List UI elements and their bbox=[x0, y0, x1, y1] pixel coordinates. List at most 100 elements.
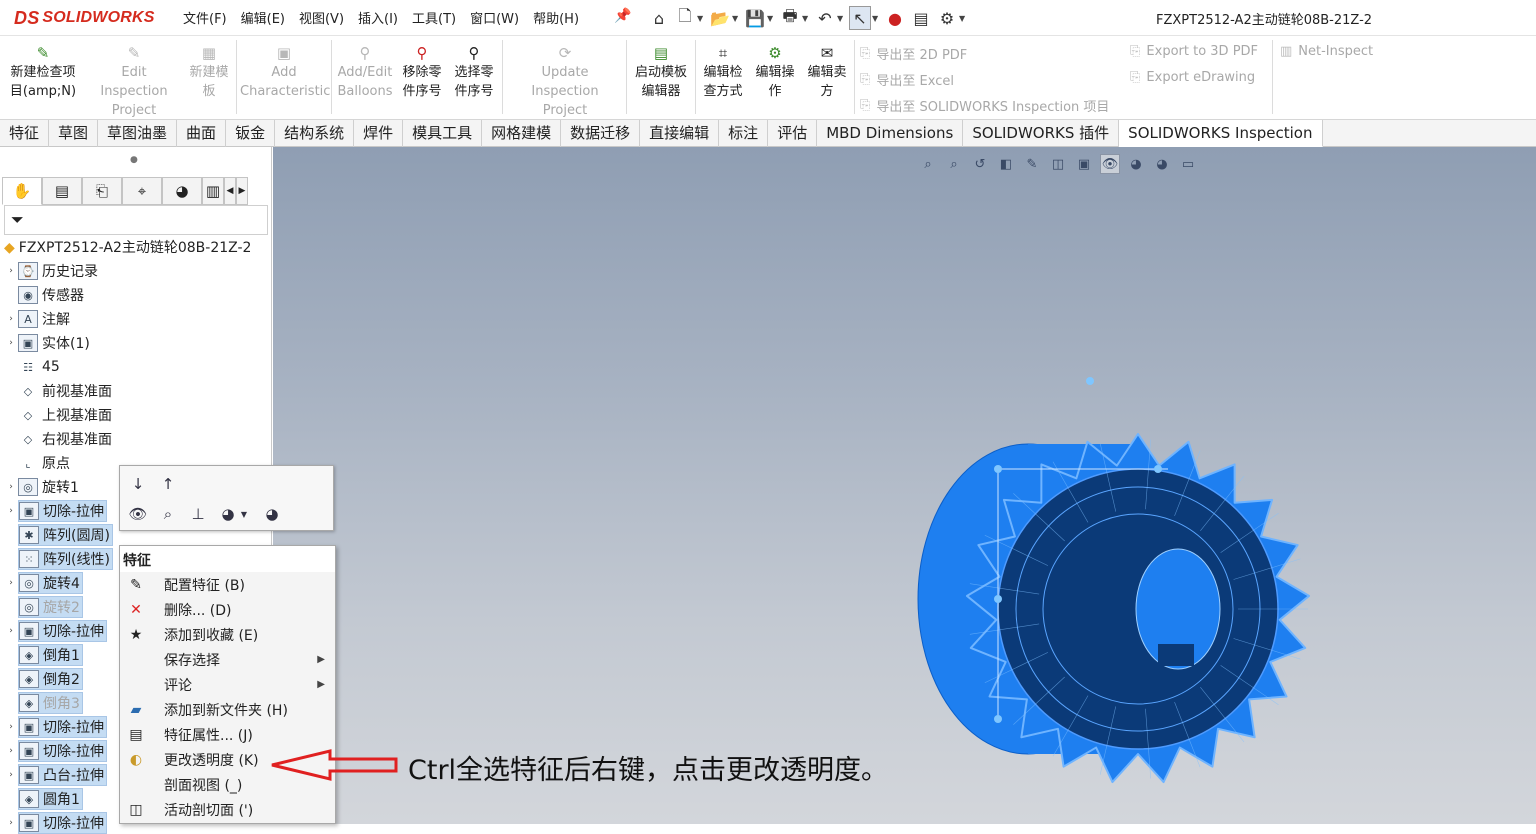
expand-chevron-icon[interactable]: › bbox=[4, 722, 18, 732]
tab-sketch[interactable]: 草图 bbox=[49, 120, 99, 147]
tree-item-chamfer3[interactable]: ◈ 倒角3 bbox=[4, 692, 83, 714]
tab-mold-tools[interactable]: 模具工具 bbox=[403, 120, 483, 147]
sprocket-model[interactable] bbox=[273, 147, 1536, 824]
pin-icon[interactable]: 📌 bbox=[614, 8, 631, 24]
edit-inspection-project-button[interactable]: ✎ Edit Inspection Project bbox=[86, 44, 182, 120]
tree-item-cut-extrude[interactable]: › ▣ 切除-拉伸 bbox=[4, 500, 108, 522]
tab-mbd-dimensions[interactable]: MBD Dimensions bbox=[817, 120, 964, 147]
update-inspection-project-button[interactable]: ⟳ Update Inspection Project bbox=[506, 44, 624, 120]
new-inspection-project-button[interactable]: ✎ 新建检查项 目(amp;N) bbox=[6, 44, 80, 101]
tree-item-sensors[interactable]: ◉ 传感器 bbox=[4, 284, 86, 306]
expand-chevron-icon[interactable]: › bbox=[4, 578, 18, 588]
tree-root-part[interactable]: ◆ FZXPT2512-A2主动链轮08B-21Z-2 bbox=[4, 237, 251, 257]
new-document-icon[interactable]: 🗋 bbox=[674, 6, 696, 30]
tree-item-material[interactable]: ☷ 45 bbox=[4, 356, 62, 378]
chevron-down-icon[interactable]: ▼ bbox=[959, 14, 967, 23]
export-3d-pdf-button[interactable]: ⎘ Export to 3D PDF bbox=[1130, 44, 1258, 59]
tab-evaluate[interactable]: 评估 bbox=[768, 120, 818, 147]
tree-item-origin[interactable]: ⌞ 原点 bbox=[4, 452, 72, 474]
dynamic-annotation-icon[interactable]: ✎ bbox=[1022, 154, 1042, 174]
undo-icon[interactable]: ↶ bbox=[814, 6, 836, 30]
display-style-icon[interactable]: ▣ bbox=[1074, 154, 1094, 174]
tab-scroll-right-icon[interactable]: ▶ bbox=[236, 177, 248, 205]
expand-chevron-icon[interactable]: › bbox=[4, 770, 18, 780]
tree-item-history[interactable]: › ⌚ 历史记录 bbox=[4, 260, 100, 282]
expand-chevron-icon[interactable]: › bbox=[4, 314, 18, 324]
save-icon[interactable]: 💾 bbox=[744, 6, 766, 30]
expand-chevron-icon[interactable]: › bbox=[4, 266, 18, 276]
add-characteristic-button[interactable]: ▣ Add Characteristic bbox=[240, 44, 330, 101]
menu-item-save-selection[interactable]: 保存选择 ▶ bbox=[120, 647, 335, 672]
zoom-to-area-icon[interactable]: ⌕ bbox=[944, 154, 964, 174]
expand-chevron-icon[interactable]: › bbox=[4, 818, 18, 828]
menu-item-comment[interactable]: 评论 ▶ bbox=[120, 672, 335, 697]
menu-item-add-to-new-folder[interactable]: ▰ 添加到新文件夹 (H) bbox=[120, 697, 335, 722]
rollback-down-icon[interactable]: ↓ bbox=[126, 472, 150, 496]
graphics-viewport[interactable] bbox=[273, 147, 1536, 824]
tree-item-fillet1[interactable]: ◈ 圆角1 bbox=[4, 788, 83, 810]
tab-scroll-left-icon[interactable]: ◀ bbox=[224, 177, 236, 205]
select-cursor-icon[interactable]: ↖ bbox=[849, 6, 871, 30]
tree-item-cut-extrude[interactable]: › ▣ 切除-拉伸 bbox=[4, 812, 108, 834]
traffic-light-icon[interactable]: ● bbox=[884, 6, 906, 30]
tree-item-solid-bodies[interactable]: › ▣ 实体(1) bbox=[4, 332, 92, 354]
menu-view[interactable]: 视图(V) bbox=[292, 8, 351, 27]
view-orientation-icon[interactable]: ◫ bbox=[1048, 154, 1068, 174]
chevron-down-icon[interactable]: ▼ bbox=[837, 14, 845, 23]
tab-sheet-metal[interactable]: 钣金 bbox=[226, 120, 276, 147]
menu-item-live-section-plane[interactable]: ◫ 活动剖切面 (') bbox=[120, 797, 335, 822]
chevron-down-icon[interactable]: ▼ bbox=[802, 14, 810, 23]
view-settings-icon[interactable]: ▭ bbox=[1178, 154, 1198, 174]
edit-operation-button[interactable]: ⚙ 编辑操作 bbox=[751, 44, 799, 101]
options-gear-icon[interactable]: ⚙ bbox=[936, 6, 958, 30]
home-icon[interactable]: ⌂ bbox=[648, 6, 670, 30]
edit-vendor-button[interactable]: ✉ 编辑卖方 bbox=[803, 44, 851, 101]
solidworks-logo[interactable]: DS SOLIDWORKS bbox=[14, 6, 155, 30]
expand-chevron-icon[interactable]: › bbox=[4, 482, 18, 492]
tree-item-revolve2[interactable]: ◎ 旋转2 bbox=[4, 596, 83, 618]
property-manager-tab-icon[interactable]: ▤ bbox=[42, 177, 82, 205]
hide-show-items-icon[interactable]: 👁 bbox=[1100, 154, 1120, 174]
menu-item-delete[interactable]: ✕ 删除... (D) bbox=[120, 597, 335, 622]
menu-edit[interactable]: 编辑(E) bbox=[234, 8, 292, 27]
zoom-to-selection-icon[interactable]: ⌕ bbox=[156, 502, 180, 526]
apply-scene-icon[interactable]: ◕ bbox=[260, 502, 284, 526]
menu-item-add-to-favorites[interactable]: ★ 添加到收藏 (E) bbox=[120, 622, 335, 647]
configuration-manager-tab-icon[interactable]: ⎗ bbox=[82, 177, 122, 205]
tab-data-migration[interactable]: 数据迁移 bbox=[561, 120, 641, 147]
tree-filter[interactable]: ⏷ bbox=[4, 205, 268, 235]
tree-item-revolve4[interactable]: › ◎ 旋转4 bbox=[4, 572, 83, 594]
export-excel-button[interactable]: ⎘ 导出至 Excel bbox=[860, 70, 954, 89]
apply-scene-icon[interactable]: ◕ bbox=[1152, 154, 1172, 174]
add-edit-balloons-button[interactable]: ⚲ Add/Edit Balloons bbox=[336, 44, 394, 101]
edit-appearance-icon[interactable]: ◕ bbox=[1126, 154, 1146, 174]
tree-item-front-plane[interactable]: ◇ 前视基准面 bbox=[4, 380, 114, 402]
menu-insert[interactable]: 插入(I) bbox=[351, 8, 405, 27]
rollback-up-icon[interactable]: ↑ bbox=[156, 472, 180, 496]
panel-grip-icon[interactable]: ● bbox=[130, 155, 138, 165]
remove-part-number-button[interactable]: ⚲ 移除零 件序号 bbox=[398, 44, 446, 101]
template-editor-button[interactable]: ▤ 启动模板 编辑器 bbox=[630, 44, 692, 101]
chevron-down-icon[interactable]: ▼ bbox=[697, 14, 705, 23]
menu-help[interactable]: 帮助(H) bbox=[526, 8, 586, 27]
previous-view-icon[interactable]: ↺ bbox=[970, 154, 990, 174]
expand-chevron-icon[interactable]: › bbox=[4, 746, 18, 756]
display-manager-tab-icon[interactable]: ◕ bbox=[162, 177, 202, 205]
tab-sketch-ink[interactable]: 草图油墨 bbox=[98, 120, 178, 147]
net-inspect-button[interactable]: ▥ Net-Inspect bbox=[1280, 44, 1373, 59]
expand-chevron-icon[interactable]: › bbox=[4, 506, 18, 516]
expand-chevron-icon[interactable]: › bbox=[4, 626, 18, 636]
tree-item-cut-extrude[interactable]: › ▣ 切除-拉伸 bbox=[4, 740, 108, 762]
tab-solidworks-inspection[interactable]: SOLIDWORKS Inspection bbox=[1119, 120, 1323, 147]
open-folder-icon[interactable]: 📂 bbox=[709, 6, 731, 30]
chevron-down-icon[interactable]: ▼ bbox=[732, 14, 740, 23]
chevron-down-icon[interactable]: ▼ bbox=[872, 14, 880, 23]
section-view-icon[interactable]: ◧ bbox=[996, 154, 1016, 174]
normal-to-icon[interactable]: ⊥ bbox=[186, 502, 210, 526]
tree-item-linear-pattern[interactable]: ⁙ 阵列(线性) bbox=[4, 548, 113, 570]
menu-tools[interactable]: 工具(T) bbox=[405, 8, 463, 27]
tree-item-boss-extrude[interactable]: › ▣ 凸台-拉伸 bbox=[4, 764, 108, 786]
dimxpert-manager-tab-icon[interactable]: ⌖ bbox=[122, 177, 162, 205]
tree-item-revolve1[interactable]: › ◎ 旋转1 bbox=[4, 476, 81, 498]
tree-item-circular-pattern[interactable]: ✱ 阵列(圆周) bbox=[4, 524, 113, 546]
